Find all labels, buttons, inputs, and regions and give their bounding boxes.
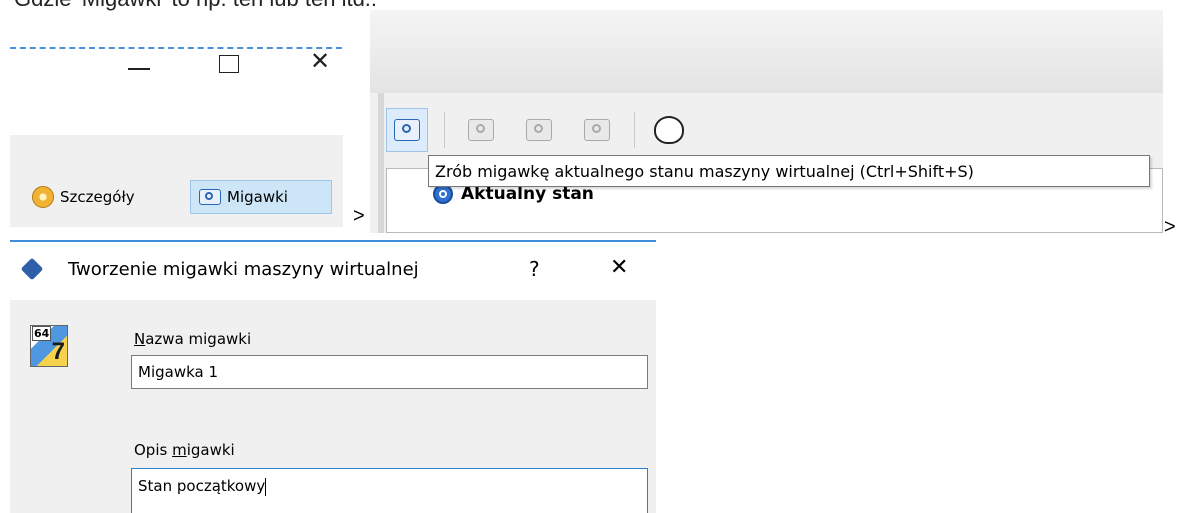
minimize-icon[interactable] bbox=[128, 68, 150, 70]
toolbar-separator bbox=[444, 112, 445, 148]
help-button[interactable]: ? bbox=[529, 257, 540, 281]
snapshot-name-label: Nazwa migawki bbox=[134, 330, 251, 348]
toolbar-separator bbox=[634, 112, 635, 148]
dialog-title: Tworzenie migawki maszyny wirtualnej bbox=[68, 259, 419, 280]
snapshot-description-label: Opis migawki bbox=[134, 441, 235, 459]
step-arrow-1: > bbox=[353, 205, 365, 227]
title-bar-divider bbox=[10, 47, 342, 49]
os-badge-version: 7 bbox=[51, 338, 65, 365]
caption-text: Gdzie 'Migawki' to np. ten lub ten itd.: bbox=[14, 0, 377, 12]
panel-border bbox=[378, 93, 384, 233]
restore-icon bbox=[468, 119, 494, 141]
name-label-text: azwa migawki bbox=[145, 330, 252, 348]
sheep-icon bbox=[654, 116, 684, 144]
snapshot-details-button[interactable] bbox=[576, 108, 618, 152]
tree-item-current-state[interactable]: Aktualny stan bbox=[433, 184, 594, 204]
os-type-icon: 64 7 bbox=[30, 325, 68, 367]
delete-snapshot-button[interactable] bbox=[518, 108, 560, 152]
close-button[interactable]: ✕ bbox=[610, 255, 628, 280]
desc-label-mnemonic: m bbox=[172, 441, 187, 459]
description-value: Stan początkowy bbox=[138, 477, 266, 495]
desc-label-text-2: igawki bbox=[186, 441, 235, 459]
text-caret bbox=[265, 477, 267, 496]
tab-details[interactable]: Szczegóły bbox=[24, 180, 143, 214]
camera-icon bbox=[199, 189, 221, 205]
delete-snapshot-icon bbox=[526, 119, 552, 141]
snapshot-name-input[interactable] bbox=[131, 355, 648, 389]
step-arrow-2: > bbox=[1164, 216, 1176, 238]
name-label-mnemonic: N bbox=[134, 330, 146, 348]
window-header-strip bbox=[370, 10, 1163, 93]
camera-icon bbox=[394, 119, 420, 141]
maximize-icon[interactable] bbox=[219, 55, 239, 73]
close-icon[interactable]: ✕ bbox=[310, 49, 330, 73]
tooltip: Zrób migawkę aktualnego stanu maszyny wi… bbox=[428, 155, 1150, 187]
restore-snapshot-button[interactable] bbox=[460, 108, 502, 152]
take-snapshot-button[interactable] bbox=[386, 108, 428, 152]
os-badge-number: 64 bbox=[32, 326, 52, 341]
snapshot-description-input[interactable]: Stan początkowy bbox=[131, 468, 648, 513]
current-state-icon bbox=[433, 184, 453, 204]
tab-snapshots-label: Migawki bbox=[227, 188, 288, 206]
current-state-label: Aktualny stan bbox=[461, 184, 594, 204]
gear-icon bbox=[32, 186, 54, 208]
desc-label-text-1: Opis bbox=[134, 441, 173, 459]
dialog-top-border bbox=[10, 240, 656, 242]
tab-snapshots[interactable]: Migawki bbox=[190, 180, 332, 214]
snapshot-details-icon bbox=[584, 119, 610, 141]
tab-details-label: Szczegóły bbox=[60, 188, 135, 206]
clone-button[interactable] bbox=[648, 108, 690, 152]
